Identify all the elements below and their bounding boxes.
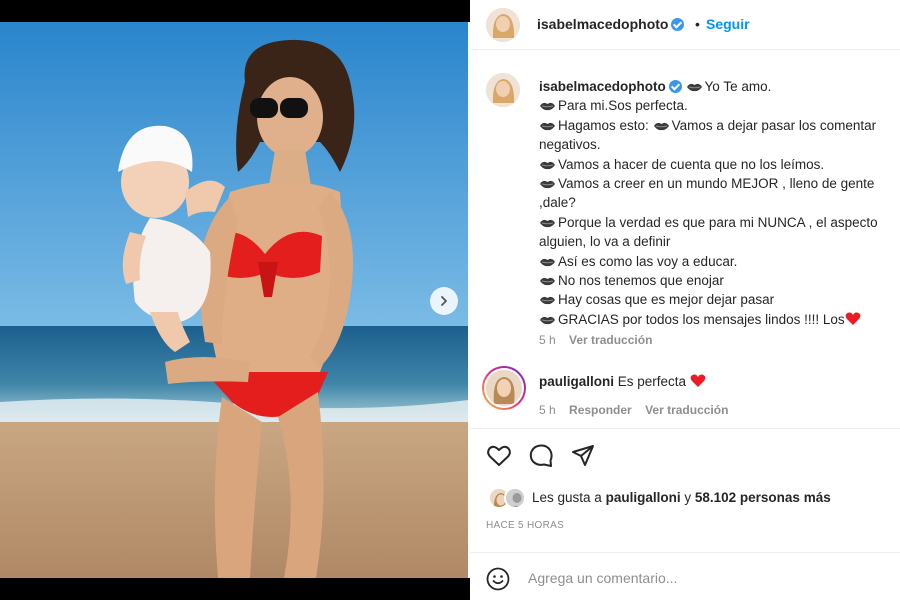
caption-line: Vamos a creer en un mundo MEJOR , lleno …: [539, 174, 900, 193]
next-slide-button[interactable]: [430, 287, 458, 315]
comment-age: 5 h: [539, 403, 556, 417]
caption-text: Vamos a creer en un mundo MEJOR , lleno …: [558, 176, 875, 192]
kiss-lips-icon: [686, 83, 702, 92]
screenshot-top-bar: [0, 0, 470, 22]
likes-prefix: Les gusta a: [532, 490, 602, 505]
action-bar: [470, 428, 900, 484]
comment-text: Es perfecta: [617, 374, 687, 389]
caption-text: Vamos a dejar pasar los comentar: [671, 117, 877, 133]
kiss-lips-icon: [540, 219, 555, 228]
comment-translate-link[interactable]: Ver traducción: [645, 403, 728, 417]
verified-badge-icon: [668, 80, 682, 93]
commenter-avatar[interactable]: [486, 370, 522, 406]
kiss-lips-icon: [540, 316, 555, 325]
post-media-panel: [0, 0, 470, 600]
caption-text: Hagamos esto:: [558, 117, 649, 133]
caption-text: Así es como las voy a educar.: [558, 253, 738, 269]
caption-text: GRACIAS por todos los mensajes lindos !!…: [558, 311, 845, 327]
kiss-lips-icon: [540, 180, 555, 189]
caption-text: Hay cosas que es mejor dejar pasar: [558, 292, 775, 308]
likes-count[interactable]: 58.102 personas más: [695, 490, 831, 505]
caption-line: ,dale?: [539, 195, 576, 211]
caption-age: 5 h: [539, 333, 556, 347]
author-username-link[interactable]: isabelmacedophoto: [537, 16, 685, 32]
red-heart-icon: [845, 312, 861, 325]
kiss-lips-icon: [540, 161, 555, 169]
add-comment-bar: [470, 552, 900, 600]
kiss-lips-icon: [653, 122, 669, 130]
caption-line: Así es como las voy a educar.: [539, 252, 900, 271]
heart-outline-icon[interactable]: [486, 443, 512, 469]
likes-summary: Les gusta a pauligalloni y 58.102 person…: [532, 490, 831, 505]
comment-input[interactable]: [528, 567, 868, 589]
red-heart-icon: [690, 374, 706, 387]
caption-text: No nos tenemos que enojar: [558, 273, 724, 289]
kiss-lips-icon: [540, 103, 555, 111]
kiss-lips-icon: [540, 277, 555, 286]
caption-line: Porque la verdad es que para mi NUNCA , …: [539, 213, 900, 232]
caption-username[interactable]: isabelmacedophoto: [539, 79, 666, 94]
caption-line: Para mi.Sos perfecta.: [539, 96, 900, 115]
commenter-story-ring[interactable]: [482, 366, 526, 410]
screenshot-bottom-bar: [0, 578, 470, 600]
comment-reply-link[interactable]: Responder: [569, 403, 632, 417]
verified-badge-icon: [671, 18, 685, 31]
comment-meta: 5 h Responder Ver traducción: [539, 403, 728, 417]
post-header: isabelmacedophoto • Seguir: [470, 0, 900, 50]
caption-line: Hay cosas que es mejor dejar pasar: [539, 290, 900, 309]
likes-conj: y: [684, 490, 692, 505]
chevron-right-icon: [441, 296, 447, 306]
comment-bubble-icon[interactable]: [528, 443, 554, 469]
author-username[interactable]: isabelmacedophoto: [537, 16, 668, 32]
caption-text: Porque la verdad es que para mi NUNCA , …: [558, 214, 878, 230]
likes-user[interactable]: pauligalloni: [606, 490, 681, 505]
kiss-lips-icon: [540, 297, 555, 305]
kiss-lips-icon: [540, 258, 555, 266]
caption-meta: 5 h Ver traducción: [539, 333, 652, 347]
liker-avatar[interactable]: [504, 487, 526, 509]
kiss-lips-icon: [540, 122, 555, 130]
caption-translate-link[interactable]: Ver traducción: [569, 333, 652, 347]
follow-button[interactable]: Seguir: [706, 16, 750, 32]
caption-line: negativos.: [539, 137, 601, 153]
caption-line: Hagamos esto: Vamos a dejar pasar los co…: [539, 116, 900, 135]
caption-line: alguien, lo va a definir: [539, 234, 671, 250]
caption-line: No nos tenemos que enojar: [539, 271, 900, 290]
caption-line: isabelmacedophoto Yo Te amo.: [539, 77, 900, 96]
beach-photo: [0, 22, 468, 578]
post-caption: isabelmacedophoto Yo Te amo. Para mi.Sos…: [539, 77, 900, 329]
post-timestamp[interactable]: HACE 5 HORAS: [486, 520, 564, 531]
author-avatar[interactable]: [486, 8, 520, 42]
caption-line: GRACIAS por todos los mensajes lindos !!…: [539, 310, 900, 329]
header-separator: •: [695, 16, 700, 32]
caption-line: Vamos a hacer de cuenta que no los leímo…: [539, 155, 900, 174]
paper-plane-icon[interactable]: [570, 443, 596, 469]
caption-text: Para mi.Sos perfecta.: [558, 98, 688, 114]
comment: pauligalloni Es perfecta: [539, 374, 706, 389]
caption-avatar[interactable]: [486, 73, 520, 107]
caption-text: Yo Te amo.: [704, 79, 772, 94]
comment-username[interactable]: pauligalloni: [539, 374, 614, 389]
post-photo: [0, 22, 468, 578]
post-sidebar: isabelmacedophoto • Seguir isabelmacedop…: [470, 0, 900, 600]
caption-text: Vamos a hacer de cuenta que no los leímo…: [558, 156, 825, 172]
smiley-icon[interactable]: [486, 567, 510, 591]
